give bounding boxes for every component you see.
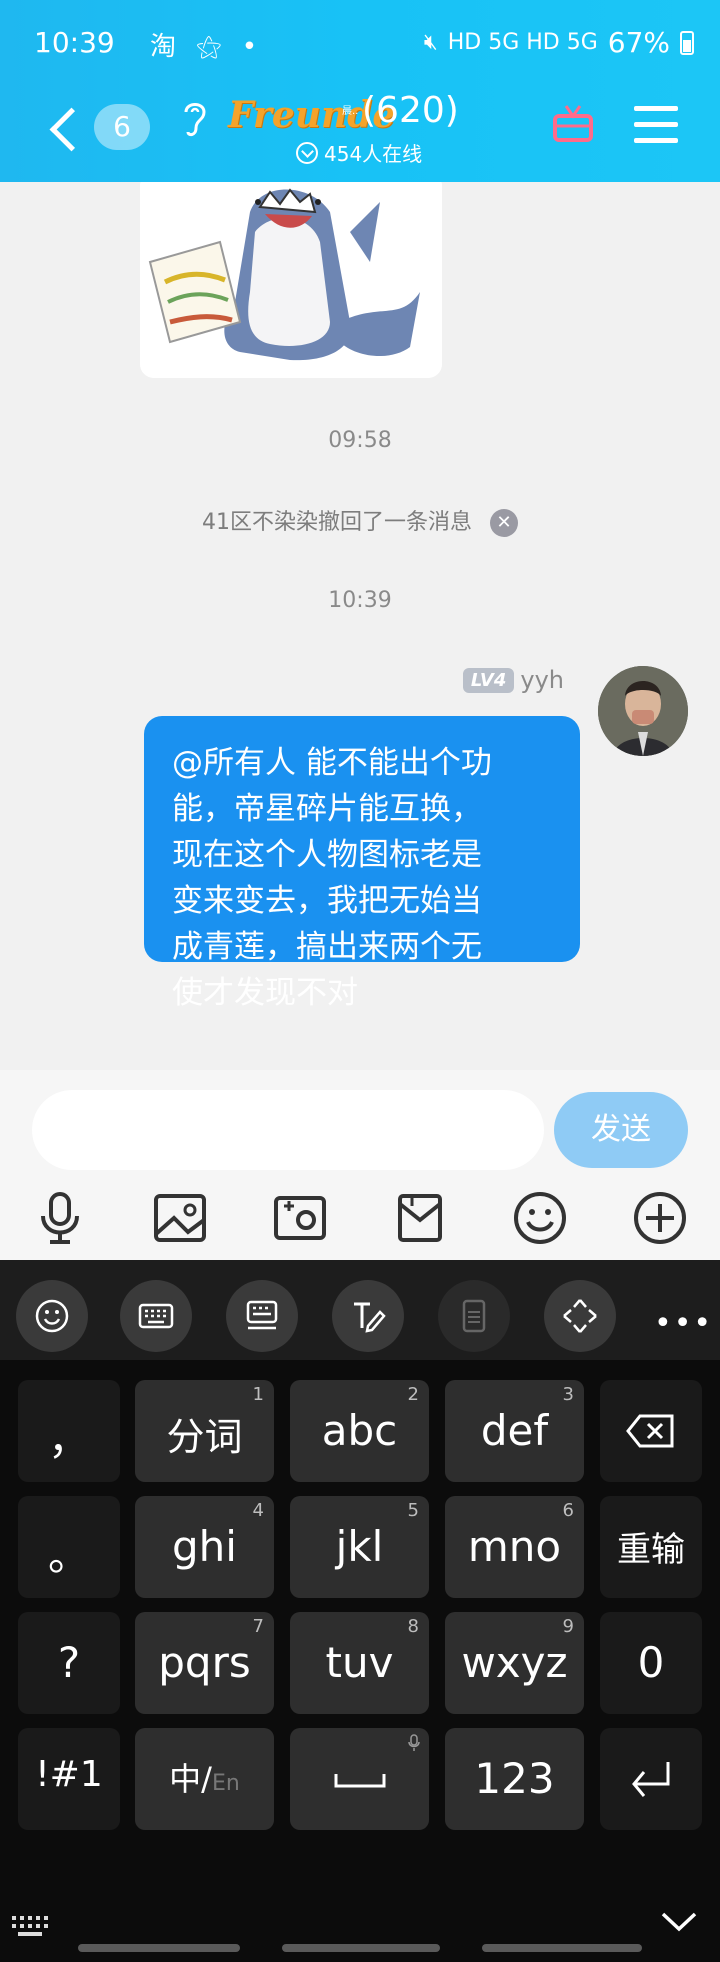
mic-icon xyxy=(408,1734,420,1751)
message-line: 变来变去，我把无始当 xyxy=(172,883,482,919)
sender-name[interactable]: yyh xyxy=(520,666,564,694)
notification-icons: 淘 ⚝ • xyxy=(150,32,264,62)
language-zh: 中/ xyxy=(169,1760,212,1798)
gift-icon[interactable] xyxy=(552,102,594,144)
message-line: @所有人 能不能出个功 xyxy=(172,745,492,781)
key-pqrs[interactable]: 7 pqrs xyxy=(135,1612,274,1714)
key-zero[interactable]: 0 xyxy=(600,1612,702,1714)
key-fenci[interactable]: 1 分词 xyxy=(135,1380,274,1482)
chat-header: 6 Freunde 晨.. (620) 454人在线 xyxy=(0,84,720,182)
keyboard-toolbar: ••• xyxy=(0,1260,720,1360)
battery-icon xyxy=(680,30,694,55)
timestamp: 09:58 xyxy=(328,428,392,453)
battery-percent: 67% xyxy=(607,26,670,59)
status-time: 10:39 xyxy=(34,26,115,59)
keyboard: ••• ， 1 分词 2 abc 3 def 。 4 ghi 5 jkl 6 mno 重输 … xyxy=(0,1260,720,1962)
handwriting-icon[interactable] xyxy=(332,1280,404,1352)
key-wxyz[interactable]: 9 wxyz xyxy=(445,1612,584,1714)
enter-icon xyxy=(632,1762,670,1797)
key-period[interactable]: 。 xyxy=(18,1496,120,1598)
message-line: 现在这个人物图标老是 xyxy=(172,837,482,873)
ear-mode-icon[interactable] xyxy=(180,98,210,140)
space-icon xyxy=(334,1774,386,1788)
chat-toolbar xyxy=(0,1190,720,1252)
cursor-move-icon[interactable] xyxy=(544,1280,616,1352)
avatar[interactable] xyxy=(598,666,688,756)
message-line: 使才发现不对 xyxy=(172,975,358,1011)
key-language-switch[interactable]: 中/En xyxy=(135,1728,274,1830)
backspace-key[interactable] xyxy=(600,1380,702,1482)
recall-notice-text: 41区不染染撤回了一条消息 xyxy=(202,510,472,535)
camera-icon[interactable] xyxy=(272,1190,328,1246)
key-comma[interactable]: ， xyxy=(18,1380,120,1482)
key-def[interactable]: 3 def xyxy=(445,1380,584,1482)
status-right-icons: 🔇︎ HD 5G HD 5G 67% xyxy=(424,26,694,59)
level-badge: LV4 xyxy=(462,667,515,693)
key-question[interactable]: ? xyxy=(18,1612,120,1714)
menu-icon[interactable] xyxy=(634,106,678,143)
nav-handle xyxy=(482,1944,642,1952)
group-logo-sub: 晨.. xyxy=(342,106,359,117)
message-line: 成青莲，搞出来两个无 xyxy=(172,929,482,965)
message-input[interactable] xyxy=(32,1090,544,1170)
backspace-icon xyxy=(626,1414,674,1448)
timestamp: 10:39 xyxy=(328,588,392,613)
message-bubble[interactable]: @所有人 能不能出个功 能，帝星碎片能互换， 现在这个人物图标老是 变来变去，我… xyxy=(144,716,580,1011)
online-count: 454人在线 xyxy=(324,142,423,166)
mute-icon: 🔇︎ xyxy=(423,30,438,55)
nav-handle xyxy=(282,1944,440,1952)
chevron-down-icon[interactable] xyxy=(660,1910,698,1934)
enter-key[interactable] xyxy=(600,1728,702,1830)
clipboard-icon[interactable] xyxy=(438,1280,510,1352)
more-icon[interactable]: ••• xyxy=(654,1306,713,1341)
mic-icon[interactable] xyxy=(32,1190,88,1246)
chat-area[interactable]: 09:58 41区不染染撤回了一条消息 ✕ 10:39 LV4 yyh @所有人 … xyxy=(0,182,720,1070)
shark-sticker-image[interactable] xyxy=(140,182,442,378)
keyboard-hide-icon[interactable] xyxy=(10,1912,54,1940)
online-status[interactable]: 454人在线 xyxy=(296,138,422,167)
key-ghi[interactable]: 4 ghi xyxy=(135,1496,274,1598)
file-icon[interactable] xyxy=(392,1190,448,1246)
plus-icon[interactable] xyxy=(632,1190,688,1246)
back-button[interactable] xyxy=(44,104,84,154)
keyboard-emoji-icon[interactable] xyxy=(16,1280,88,1352)
keyboard-bottom-bar xyxy=(0,1900,720,1962)
group-member-count[interactable]: (620) xyxy=(362,90,459,131)
key-123[interactable]: 123 xyxy=(445,1728,584,1830)
language-en: En xyxy=(211,1771,240,1796)
input-bar: 发送 xyxy=(0,1070,720,1260)
key-tuv[interactable]: 8 tuv xyxy=(290,1612,429,1714)
send-button[interactable]: 发送 xyxy=(554,1092,688,1168)
network-indicators: HD 5G HD 5G xyxy=(447,30,598,55)
nav-handle xyxy=(78,1944,240,1952)
sender-info: LV4 yyh xyxy=(462,666,564,694)
keyboard-layout-icon[interactable] xyxy=(120,1280,192,1352)
keyboard-switch-icon[interactable] xyxy=(226,1280,298,1352)
emoji-icon[interactable] xyxy=(512,1190,568,1246)
key-mno[interactable]: 6 mno xyxy=(445,1496,584,1598)
message-line: 能，帝星碎片能互换， xyxy=(172,791,482,827)
key-abc[interactable]: 2 abc xyxy=(290,1380,429,1482)
key-reinput[interactable]: 重输 xyxy=(600,1496,702,1598)
key-jkl[interactable]: 5 jkl xyxy=(290,1496,429,1598)
chevron-down-icon xyxy=(296,141,318,164)
status-bar: 10:39 淘 ⚝ • 🔇︎ HD 5G HD 5G 67% xyxy=(0,0,720,84)
top-bar: 10:39 淘 ⚝ • 🔇︎ HD 5G HD 5G 67% 6 Freunde… xyxy=(0,0,720,182)
space-key[interactable] xyxy=(290,1728,429,1830)
close-icon[interactable]: ✕ xyxy=(490,509,518,537)
recall-notice: 41区不染染撤回了一条消息 ✕ xyxy=(0,504,720,537)
unread-badge[interactable]: 6 xyxy=(94,104,150,150)
key-symbols[interactable]: !#1 xyxy=(18,1728,120,1830)
image-icon[interactable] xyxy=(152,1190,208,1246)
